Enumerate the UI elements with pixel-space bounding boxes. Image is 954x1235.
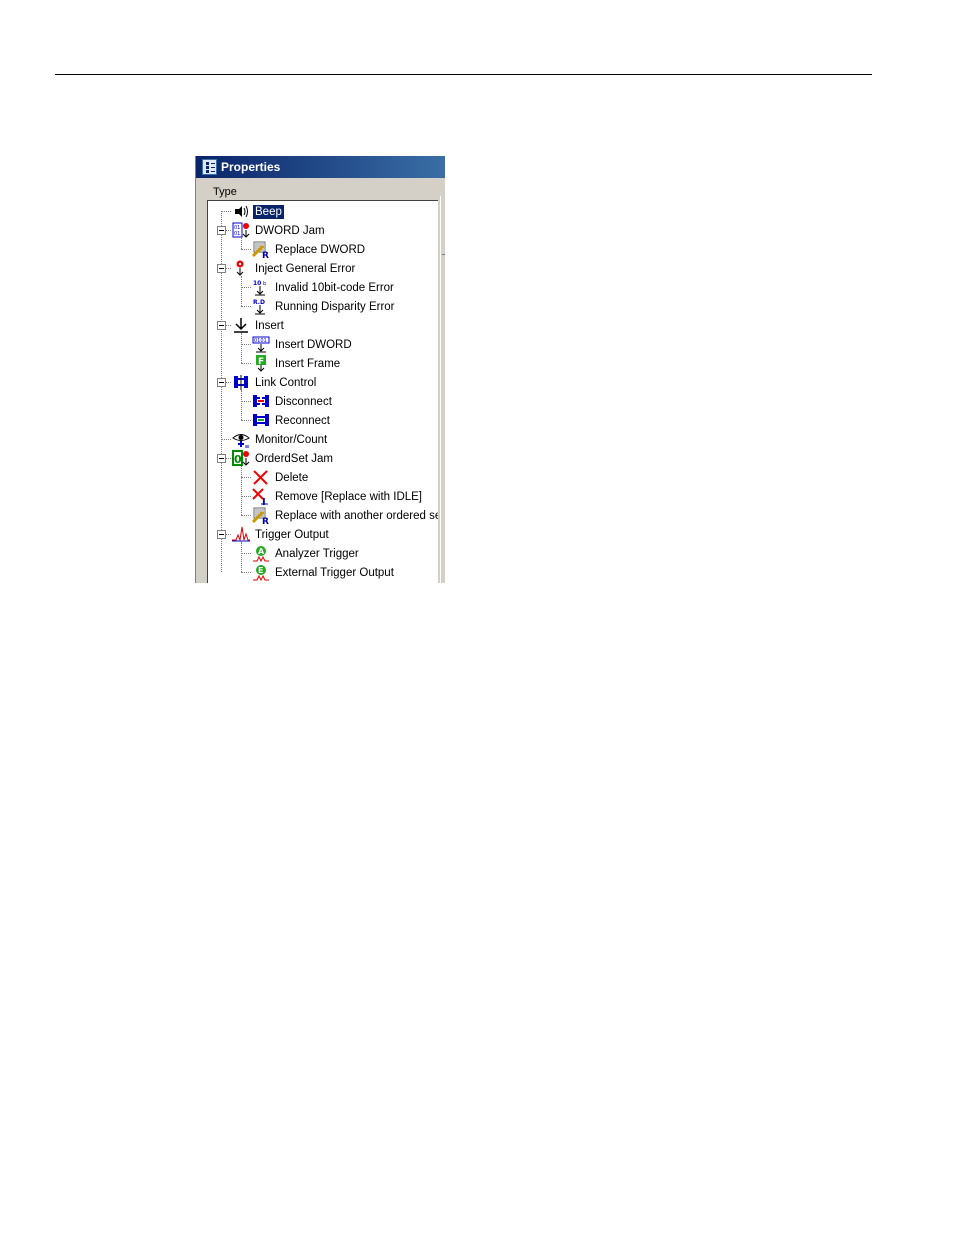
collapse-toggle[interactable]	[217, 454, 226, 463]
tree-item-label: Disconnect	[275, 395, 332, 408]
tree-item-insert[interactable]: Insert	[232, 316, 286, 335]
disconnect-icon	[252, 393, 270, 410]
insert-arrow-icon	[232, 317, 250, 334]
running-disparity-icon: R.D	[252, 298, 270, 315]
tree-item-label: Replace DWORD	[275, 243, 366, 256]
tree-item-insert-dword[interactable]: 0101 Insert DWORD	[252, 335, 354, 354]
tree-item-inject-general-error[interactable]: Inject General Error	[232, 259, 357, 278]
svg-text:R: R	[262, 251, 269, 258]
insert-frame-icon: F	[252, 355, 270, 372]
insert-dword-icon: 0101	[252, 336, 270, 353]
tree-item-label: Remove [Replace with IDLE]	[275, 490, 423, 503]
remove-idle-icon: I	[252, 488, 270, 508]
tree-item-label: Trigger Output	[255, 528, 329, 541]
tree-item-label: OrderdSet Jam	[255, 452, 333, 465]
replace-icon: R	[251, 241, 270, 261]
collapse-toggle[interactable]	[217, 321, 226, 330]
tree-item-label: Beep	[253, 204, 284, 219]
tree-item-label: DWORD Jam	[255, 224, 325, 237]
tree-item-label: External Trigger Output	[275, 566, 394, 579]
tree-item-label: Insert Frame	[275, 357, 341, 370]
beep-speaker-icon	[232, 203, 250, 220]
title-bar: Properties	[196, 156, 445, 178]
tree-item-insert-frame[interactable]: F Insert Frame	[252, 354, 342, 373]
tree-item-invalid-10bit-code-error[interactable]: 10 b Invalid 10bit-code Error	[252, 278, 396, 297]
tree-item-label: Running Disparity Error	[275, 300, 395, 313]
svg-text:10: 10	[253, 280, 261, 287]
type-label: Type	[213, 186, 237, 198]
svg-text:0101: 0101	[254, 338, 267, 344]
tree-item-label: Link Control	[255, 376, 317, 389]
analyzer-trigger-icon: A	[252, 545, 270, 563]
inject-error-icon	[232, 260, 250, 277]
tree-item-analyzer-trigger[interactable]: A Analyzer Trigger	[252, 544, 361, 563]
svg-text:R: R	[262, 517, 269, 524]
tree-item-replace-with-another-ordered-se[interactable]: R Replace with another ordered se	[251, 506, 438, 527]
svg-text:E: E	[258, 566, 263, 575]
tree-item-label: Insert DWORD	[275, 338, 352, 351]
tree-item-label: Replace with another ordered se	[275, 509, 438, 522]
trigger-waveform-icon	[232, 526, 250, 543]
svg-text:01: 01	[234, 231, 240, 237]
vertical-scrollbar[interactable]	[440, 196, 445, 583]
tree-item-label: Delete	[275, 471, 309, 484]
monitor-eye-icon	[232, 431, 250, 449]
tree-item-link-control[interactable]: Link Control	[232, 373, 318, 392]
collapse-toggle[interactable]	[217, 378, 226, 387]
link-control-icon	[232, 374, 250, 391]
properties-window-icon	[202, 159, 217, 175]
tree-item-label: Monitor/Count	[255, 433, 328, 446]
tree-item-monitor-count[interactable]: Monitor/Count	[232, 430, 329, 449]
tree-item-delete[interactable]: Delete	[252, 468, 310, 487]
tree-item-label: Reconnect	[275, 414, 330, 427]
tree-item-beep[interactable]: Beep	[232, 202, 284, 221]
tree-item-label: Analyzer Trigger	[275, 547, 359, 560]
tree-item-label: Insert	[255, 319, 284, 332]
dword-jam-icon: 01 01	[232, 222, 250, 239]
tree-item-dword-jam[interactable]: 01 01 DWORD Jam	[232, 221, 327, 240]
collapse-toggle[interactable]	[217, 530, 226, 539]
tree-item-disconnect[interactable]: Disconnect	[252, 392, 334, 411]
tree-item-replace-dword[interactable]: R Replace DWORD	[251, 240, 367, 261]
invalid-10bit-icon: 10 b	[252, 279, 270, 296]
properties-panel: Properties Type Beep 01 01 DWORD Jam R Replac…	[195, 156, 445, 583]
window-title: Properties	[221, 160, 281, 174]
tree-item-orderdset-jam[interactable]: 0 OrderdSet Jam	[232, 449, 335, 468]
page-header-rule	[55, 74, 872, 75]
tree-item-external-trigger-output[interactable]: E External Trigger Output	[252, 563, 396, 582]
orderedset-jam-icon: 0	[232, 450, 250, 467]
tree-item-label: Inject General Error	[255, 262, 356, 275]
replace-icon: R	[251, 507, 270, 527]
tree-item-remove-replace-with-idle[interactable]: I Remove [Replace with IDLE]	[252, 487, 424, 508]
svg-text:R.D: R.D	[253, 299, 265, 306]
tree-item-running-disparity-error[interactable]: R.D Running Disparity Error	[252, 297, 397, 316]
reconnect-icon	[252, 412, 270, 429]
tree-item-reconnect[interactable]: Reconnect	[252, 411, 332, 430]
collapse-toggle[interactable]	[217, 264, 226, 273]
tree-item-label: Invalid 10bit-code Error	[275, 281, 394, 294]
type-tree[interactable]: Beep 01 01 DWORD Jam R Replace DWORD Inject Ge…	[207, 200, 438, 583]
svg-text:0: 0	[234, 453, 242, 466]
delete-x-icon	[252, 469, 270, 486]
collapse-toggle[interactable]	[217, 226, 226, 235]
tree-item-trigger-output[interactable]: Trigger Output	[232, 525, 331, 544]
svg-text:b: b	[263, 281, 266, 287]
svg-text:A: A	[258, 547, 265, 556]
external-trigger-icon: E	[252, 564, 270, 582]
